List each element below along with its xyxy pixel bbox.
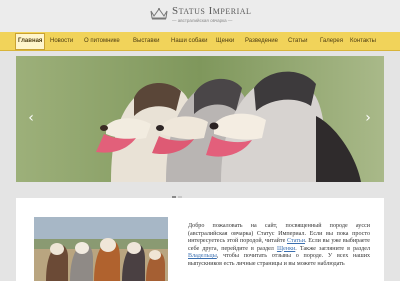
nav-item-shows[interactable]: Выставки bbox=[133, 32, 160, 50]
main-content: Добро пожаловать на сайт, посвященный по… bbox=[16, 198, 384, 281]
nav-item-about[interactable]: О питомнике bbox=[84, 32, 120, 50]
chevron-right-icon: › bbox=[365, 110, 371, 126]
site-subtitle: — австралийская овчарка — bbox=[172, 18, 233, 23]
intro-part-3: . Также загляните в раздел bbox=[295, 245, 371, 252]
nav-item-breeding[interactable]: Разведение bbox=[245, 32, 278, 50]
site-title[interactable]: Status Imperial bbox=[172, 5, 251, 17]
link-articles[interactable]: Статьи bbox=[287, 238, 305, 244]
nav-item-articles[interactable]: Статьи bbox=[288, 32, 307, 50]
nav-item-gallery[interactable]: Галерея bbox=[320, 32, 343, 50]
hero-slider[interactable]: ‹ › bbox=[16, 56, 384, 182]
dogs-group-photo bbox=[34, 217, 168, 281]
slider-pagination bbox=[172, 185, 184, 198]
nav-item-news[interactable]: Новости bbox=[50, 32, 73, 50]
main-nav: Главная Новости О питомнике Выставки Наш… bbox=[0, 32, 400, 51]
slider-image-dogs bbox=[16, 56, 384, 182]
nav-item-puppies[interactable]: Щенки bbox=[216, 32, 234, 50]
nav-item-our-dogs[interactable]: Наши собаки bbox=[171, 32, 208, 50]
crown-icon bbox=[150, 8, 168, 20]
slider-next-button[interactable]: › bbox=[363, 111, 373, 125]
link-puppies[interactable]: Щенки bbox=[277, 246, 295, 252]
site-header: Status Imperial — австралийская овчарка … bbox=[0, 0, 400, 32]
link-dogs[interactable]: Владельцы bbox=[188, 253, 217, 259]
nav-item-home[interactable]: Главная bbox=[15, 33, 46, 50]
nav-item-contacts[interactable]: Контакты bbox=[350, 32, 376, 50]
chevron-left-icon: ‹ bbox=[28, 110, 34, 126]
slider-prev-button[interactable]: ‹ bbox=[26, 111, 36, 125]
intro-text: Добро пожаловать на сайт, посвященный по… bbox=[188, 223, 370, 269]
